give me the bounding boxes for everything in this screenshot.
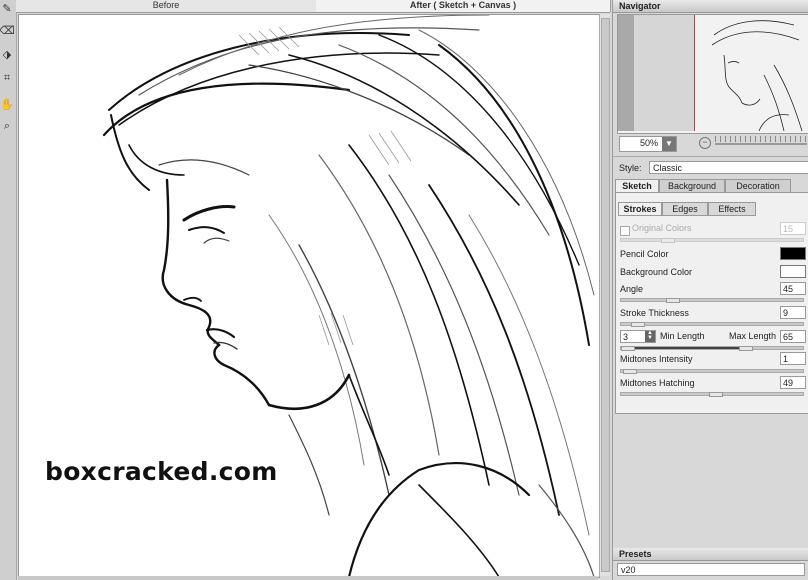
tab-effects[interactable]: Effects	[708, 202, 756, 216]
tab-sketch[interactable]: Sketch	[615, 179, 659, 193]
image-canvas[interactable]: boxcracked.com	[18, 14, 600, 578]
pencil-icon[interactable]: ✎	[0, 0, 14, 16]
main-tabs: Sketch Background Decoration	[615, 179, 807, 193]
navigator-title: Navigator	[613, 0, 808, 13]
divider	[613, 156, 808, 157]
view-tabs: Before After ( Sketch + Canvas )	[16, 0, 611, 13]
style-label: Style:	[619, 163, 642, 173]
midtones-intensity-label: Midtones Intensity	[620, 354, 693, 364]
preset-select[interactable]: v20	[617, 563, 805, 576]
scrollbar-thumb[interactable]	[601, 18, 610, 572]
max-length-label: Max Length	[729, 331, 777, 341]
sketch-tab-content: Strokes Edges Effects Original Colors 15…	[615, 192, 808, 414]
background-color-label: Background Color	[620, 267, 693, 277]
zoom-controls: 50% ▼ −	[617, 136, 807, 152]
angle-slider[interactable]	[620, 298, 804, 303]
sketch-image	[102, 15, 595, 577]
zoom-slider[interactable]	[715, 143, 807, 145]
vertical-scrollbar[interactable]	[599, 14, 610, 576]
tab-strokes[interactable]: Strokes	[618, 202, 662, 216]
stepper-arrows-icon[interactable]: ▲ ▼	[645, 330, 655, 342]
zoom-slider-ticks	[715, 136, 807, 142]
navigator-preview[interactable]	[617, 14, 808, 134]
angle-label: Angle	[620, 284, 644, 294]
chevron-down-icon[interactable]: ▼	[662, 137, 676, 151]
sub-tabs: Strokes Edges Effects	[618, 202, 804, 216]
original-colors-checkbox[interactable]	[620, 226, 630, 236]
min-length-stepper[interactable]: 3 ▲ ▼	[620, 330, 656, 343]
tab-decoration[interactable]: Decoration	[725, 179, 791, 193]
presets-title: Presets	[613, 548, 808, 561]
zoom-icon[interactable]: ⌕	[0, 118, 14, 134]
midtones-hatching-slider[interactable]	[620, 392, 804, 397]
tab-before[interactable]: Before	[16, 0, 317, 12]
brush-icon[interactable]: ⬗	[0, 46, 14, 62]
pencil-color-swatch[interactable]	[780, 247, 806, 260]
original-colors-value[interactable]: 15	[780, 222, 806, 235]
tab-edges[interactable]: Edges	[662, 202, 708, 216]
settings-panel: Navigator 50% ▼ − Style: Classic Sketch …	[612, 0, 808, 580]
midtones-intensity-slider[interactable]	[620, 369, 804, 374]
min-length-label: Min Length	[660, 331, 705, 341]
background-color-swatch[interactable]	[780, 265, 806, 278]
navigator-thumbnail	[711, 20, 803, 131]
min-length-value: 3	[623, 332, 629, 342]
eraser-icon[interactable]: ⌫	[0, 22, 15, 38]
tool-palette: ✎ ⌫ ⬗ ⌗ ✋ ⌕	[0, 0, 17, 580]
stroke-thickness-label: Stroke Thickness	[620, 308, 689, 318]
presets-panel: Presets v20	[613, 548, 808, 580]
midtones-hatching-value[interactable]: 49	[780, 376, 806, 389]
style-select[interactable]: Classic	[649, 161, 808, 174]
midtones-hatching-label: Midtones Hatching	[620, 378, 695, 388]
length-range-slider[interactable]	[620, 346, 804, 351]
original-colors-slider[interactable]	[620, 238, 804, 243]
horizontal-scrollbar[interactable]	[18, 576, 598, 580]
original-colors-label: Original Colors	[632, 223, 692, 233]
zoom-select[interactable]: 50% ▼	[619, 136, 677, 152]
pencil-color-label: Pencil Color	[620, 249, 669, 259]
stroke-thickness-slider[interactable]	[620, 322, 804, 327]
hand-icon[interactable]: ✋	[0, 96, 14, 112]
watermark-text: boxcracked.com	[45, 457, 278, 486]
zoom-value: 50%	[639, 138, 658, 148]
stroke-thickness-value[interactable]: 9	[780, 306, 806, 319]
zoom-out-icon[interactable]: −	[699, 137, 711, 149]
crop-icon[interactable]: ⌗	[0, 70, 14, 86]
tab-background[interactable]: Background	[659, 179, 725, 193]
angle-value[interactable]: 45	[780, 282, 806, 295]
navigator-viewport[interactable]	[618, 15, 695, 131]
midtones-intensity-value[interactable]: 1	[780, 352, 806, 365]
max-length-value[interactable]: 65	[780, 330, 806, 343]
tab-after[interactable]: After ( Sketch + Canvas )	[316, 0, 611, 12]
style-row: Style: Classic	[617, 161, 808, 175]
